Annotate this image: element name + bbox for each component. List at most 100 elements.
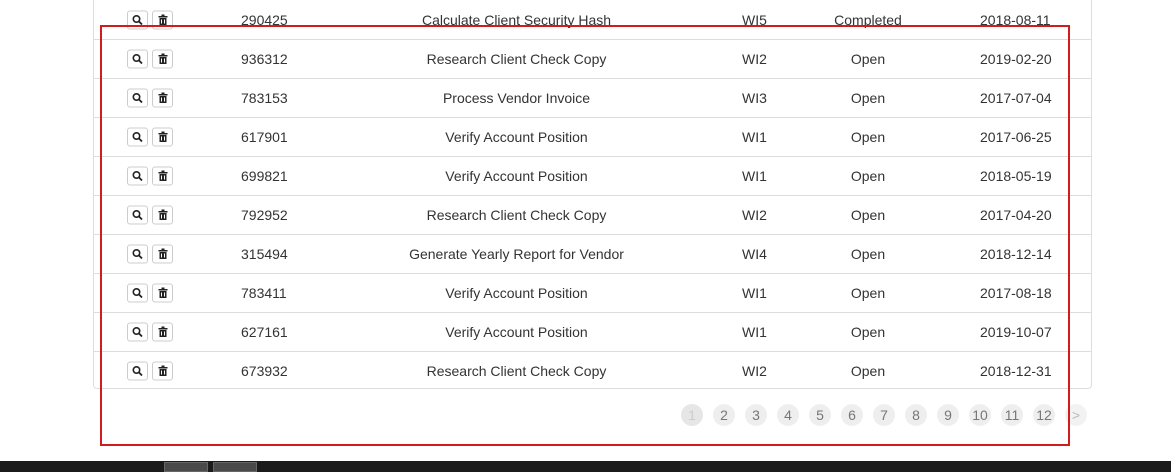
- item-description: Process Vendor Invoice: [442, 90, 591, 106]
- item-wi-code: WI5: [742, 11, 767, 28]
- trash-icon: [158, 326, 167, 337]
- trash-icon: [158, 209, 167, 220]
- item-id: 290425: [241, 11, 288, 28]
- delete-button[interactable]: [152, 361, 173, 381]
- view-button[interactable]: [127, 205, 148, 225]
- item-description: Research Client Check Copy: [426, 363, 607, 379]
- item-wi-code: WI4: [742, 246, 767, 262]
- delete-button[interactable]: [152, 322, 173, 342]
- pagination: 1 2 3 4 5 6 7 8 9 10 11 12 >: [681, 404, 1087, 426]
- item-description: Verify Account Position: [445, 129, 588, 145]
- page-1-button[interactable]: 1: [681, 404, 703, 426]
- page-6-button[interactable]: 6: [841, 404, 863, 426]
- item-description: Research Client Check Copy: [426, 51, 607, 67]
- view-button[interactable]: [127, 361, 148, 381]
- item-status: Completed: [834, 11, 902, 28]
- view-button[interactable]: [127, 88, 148, 108]
- trash-icon: [158, 92, 167, 103]
- item-wi-code: WI1: [742, 129, 767, 145]
- item-id: 699821: [241, 168, 288, 184]
- item-date: 2019-02-20: [980, 51, 1052, 67]
- row-actions: [127, 205, 173, 225]
- item-id: 783411: [241, 285, 287, 301]
- table-row: 617901 Verify Account Position WI1 Open 2017…: [94, 117, 1091, 156]
- trash-icon: [158, 14, 167, 25]
- work-items-table: 290425 Calculate Client Security Hash WI5 C…: [93, 0, 1092, 389]
- delete-button[interactable]: [152, 127, 173, 147]
- row-actions: [127, 88, 173, 108]
- view-button[interactable]: [127, 166, 148, 186]
- delete-button[interactable]: [152, 205, 173, 225]
- item-wi-code: WI3: [742, 90, 767, 106]
- page-12-button[interactable]: 12: [1033, 404, 1055, 426]
- item-description: Verify Account Position: [445, 168, 588, 184]
- taskbar-item[interactable]: [164, 462, 208, 472]
- view-button[interactable]: [127, 322, 148, 342]
- row-actions: [127, 322, 173, 342]
- page-11-button[interactable]: 11: [1001, 404, 1023, 426]
- table-row: 699821 Verify Account Position WI1 Open 2018…: [94, 156, 1091, 195]
- page-10-button[interactable]: 10: [969, 404, 991, 426]
- row-actions: [127, 283, 173, 303]
- delete-button[interactable]: [152, 283, 173, 303]
- delete-button[interactable]: [152, 10, 173, 29]
- item-date: 2017-04-20: [980, 207, 1052, 223]
- delete-button[interactable]: [152, 49, 173, 69]
- delete-button[interactable]: [152, 244, 173, 264]
- page-7-button[interactable]: 7: [873, 404, 895, 426]
- page-5-button[interactable]: 5: [809, 404, 831, 426]
- item-id: 673932: [241, 363, 288, 379]
- item-date: 2018-12-31: [980, 363, 1052, 379]
- page-2-button[interactable]: 2: [713, 404, 735, 426]
- search-icon: [132, 14, 143, 25]
- row-actions: [127, 361, 173, 381]
- view-button[interactable]: [127, 10, 148, 29]
- item-description: Generate Yearly Report for Vendor: [409, 246, 624, 262]
- item-status: Open: [850, 207, 886, 223]
- item-wi-code: WI2: [742, 207, 767, 223]
- item-wi-code: WI1: [742, 324, 767, 340]
- search-icon: [132, 248, 143, 260]
- item-date: 2017-07-04: [980, 90, 1052, 106]
- page-4-button[interactable]: 4: [777, 404, 799, 426]
- trash-icon: [158, 287, 167, 298]
- item-status: Open: [850, 129, 886, 145]
- view-button[interactable]: [127, 49, 148, 69]
- item-date: 2018-05-19: [980, 168, 1052, 184]
- search-icon: [132, 53, 143, 65]
- page-3-button[interactable]: 3: [745, 404, 767, 426]
- item-status: Open: [850, 168, 886, 184]
- search-icon: [132, 131, 143, 143]
- search-icon: [132, 170, 143, 182]
- item-description: Calculate Client Security Hash: [421, 11, 612, 28]
- item-wi-code: WI2: [742, 363, 767, 379]
- item-description: Verify Account Position: [445, 285, 588, 301]
- page-9-button[interactable]: 9: [937, 404, 959, 426]
- table-row: 290425 Calculate Client Security Hash WI5 C…: [94, 0, 1091, 39]
- item-description: Research Client Check Copy: [426, 207, 607, 223]
- item-date: 2019-10-07: [980, 324, 1052, 340]
- item-status: Open: [850, 90, 886, 106]
- view-button[interactable]: [127, 244, 148, 264]
- delete-button[interactable]: [152, 88, 173, 108]
- search-icon: [132, 209, 143, 221]
- item-date: 2018-08-11: [980, 11, 1051, 28]
- delete-button[interactable]: [152, 166, 173, 186]
- item-status: Open: [850, 51, 886, 67]
- page-8-button[interactable]: 8: [905, 404, 927, 426]
- next-page-button[interactable]: >: [1065, 404, 1087, 426]
- item-id: 783153: [241, 90, 288, 106]
- table-row: 673932 Research Client Check Copy WI2 Open 2…: [94, 351, 1091, 390]
- item-description: Verify Account Position: [445, 324, 588, 340]
- item-wi-code: WI1: [742, 168, 767, 184]
- item-id: 936312: [241, 51, 288, 67]
- item-wi-code: WI2: [742, 51, 767, 67]
- view-button[interactable]: [127, 283, 148, 303]
- item-id: 617901: [241, 129, 288, 145]
- view-button[interactable]: [127, 127, 148, 147]
- item-status: Open: [850, 285, 886, 301]
- taskbar-item[interactable]: [213, 462, 257, 472]
- search-icon: [132, 287, 143, 299]
- item-date: 2017-06-25: [980, 129, 1052, 145]
- item-status: Open: [850, 324, 886, 340]
